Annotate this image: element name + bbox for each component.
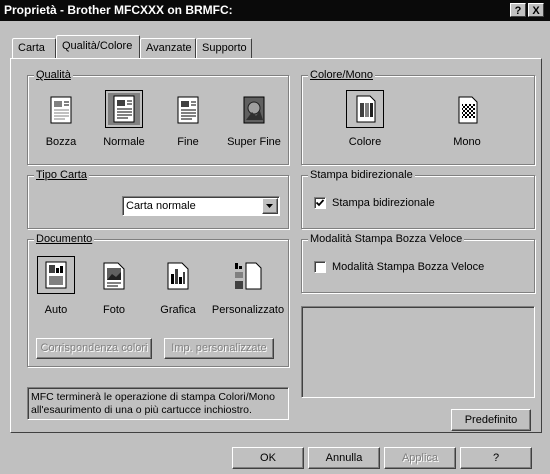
fast-draft-checkbox-label: Modalità Stampa Bozza Veloce [332, 261, 485, 273]
color-label-colore: Colore [348, 136, 382, 148]
document-label-foto: Foto [102, 304, 125, 316]
fast-draft-group: Modalità Stampa Bozza Veloce Modalità St… [301, 232, 535, 293]
bidirectional-checkbox[interactable]: Stampa bidirezionale [314, 196, 484, 212]
bidirectional-checkbox-label: Stampa bidirezionale [332, 197, 435, 209]
color-label-mono: Mono [453, 136, 481, 148]
match-colors-button[interactable]: Corrispondenza colori [36, 338, 152, 359]
fast-draft-checkbox[interactable]: Modalità Stampa Bozza Veloce [314, 260, 524, 276]
paper-type-group-title: Tipo Carta [34, 168, 89, 182]
quality-option-super-fine[interactable]: Super Fine [224, 92, 284, 162]
draft-quality-icon [50, 96, 72, 124]
chevron-down-icon [266, 204, 273, 208]
bidirectional-checkbox-box[interactable] [314, 197, 326, 209]
quality-group-title: Qualità [34, 68, 73, 82]
default-button[interactable]: Predefinito [451, 409, 531, 431]
color-page-icon [356, 95, 376, 123]
document-option-auto[interactable]: Auto [34, 256, 78, 322]
close-title-button[interactable]: X [528, 3, 544, 17]
document-option-foto[interactable]: Foto [92, 258, 136, 322]
paper-type-dropdown-button[interactable] [262, 198, 278, 214]
quality-label-fine: Fine [177, 136, 199, 148]
paper-type-group: Tipo Carta Carta normale [27, 168, 289, 229]
document-label-personalizzato: Personalizzato [211, 304, 285, 316]
document-label-auto: Auto [44, 304, 68, 316]
tab-qualita-colore[interactable]: Qualità/Colore [56, 35, 140, 58]
paper-type-select[interactable]: Carta normale [122, 196, 280, 216]
preview-area [301, 306, 535, 398]
fast-draft-checkbox-box[interactable] [314, 261, 326, 273]
quality-option-fine[interactable]: Fine [168, 92, 208, 162]
document-group-title: Documento [34, 232, 95, 246]
quality-label-normale: Normale [103, 136, 145, 148]
quality-option-normale[interactable]: Normale [96, 90, 152, 162]
document-group: Documento Auto Foto Grafica Personalizza… [27, 232, 289, 367]
info-text-box: MFC terminerà le operazione di stampa Co… [27, 387, 289, 420]
photo-document-icon [103, 262, 125, 290]
document-option-grafica[interactable]: Grafica [156, 258, 200, 322]
cancel-button[interactable]: Annulla [308, 447, 380, 469]
color-option-mono[interactable]: Mono [442, 92, 492, 162]
window-title: Proprietà - Brother MFCXXX on BRMFC: [4, 3, 233, 17]
normal-quality-icon [108, 93, 140, 125]
color-mono-group-title: Colore/Mono [308, 68, 375, 82]
document-option-personalizzato[interactable]: Personalizzato [208, 258, 288, 322]
custom-document-icon [235, 262, 262, 290]
default-button-label: Predefinito [464, 414, 518, 426]
color-option-colore[interactable]: Colore [340, 90, 390, 162]
ok-button[interactable]: OK [232, 447, 304, 469]
help-title-button[interactable]: ? [510, 3, 526, 17]
color-mono-group: Colore/Mono Colore Mono [301, 68, 535, 165]
tab-panel: Qualità Bozza Normale Fine Super Fine Co… [10, 58, 542, 433]
fine-quality-icon [177, 96, 199, 124]
apply-button[interactable]: Applica [384, 447, 456, 469]
title-bar: Proprietà - Brother MFCXXX on BRMFC: ? X [0, 0, 550, 21]
quality-group: Qualità Bozza Normale Fine Super Fine [27, 68, 289, 165]
tab-avanzate[interactable]: Avanzate [140, 38, 196, 58]
tab-carta[interactable]: Carta [12, 38, 56, 58]
info-text: MFC terminerà le operazione di stampa Co… [31, 391, 275, 416]
help-button[interactable]: ? [460, 447, 532, 469]
bidirectional-group-title: Stampa bidirezionale [308, 168, 415, 182]
fast-draft-group-title: Modalità Stampa Bozza Veloce [308, 232, 465, 246]
mono-page-icon [458, 96, 478, 124]
custom-settings-button[interactable]: Imp. personalizzate [164, 338, 274, 359]
tab-supporto[interactable]: Supporto [196, 38, 252, 58]
quality-label-bozza: Bozza [45, 136, 77, 148]
bidirectional-group: Stampa bidirezionale Stampa bidirezional… [301, 168, 535, 229]
checkmark-icon [315, 199, 325, 207]
quality-option-bozza[interactable]: Bozza [36, 92, 86, 162]
graphics-document-icon [167, 262, 189, 290]
document-label-grafica: Grafica [160, 304, 196, 316]
paper-type-value: Carta normale [126, 200, 196, 212]
auto-document-icon [45, 261, 67, 289]
super-fine-quality-icon [243, 96, 265, 124]
quality-label-super-fine: Super Fine [227, 136, 281, 148]
